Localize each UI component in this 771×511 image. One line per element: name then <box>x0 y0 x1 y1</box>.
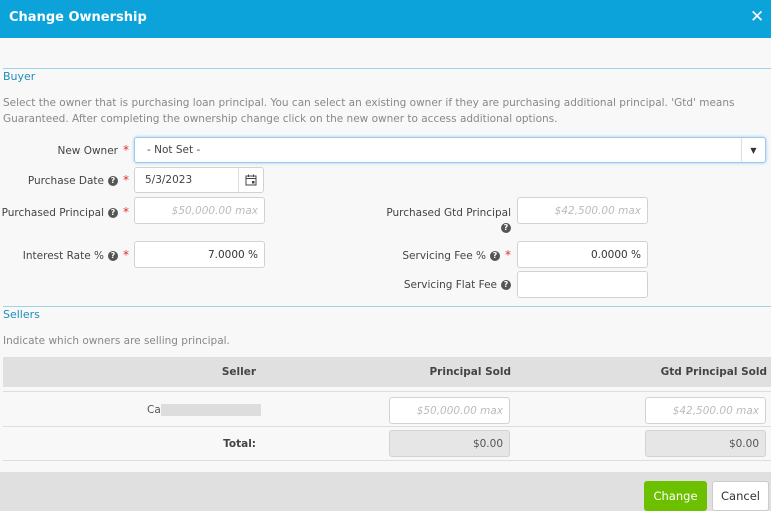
select-value: - Not Set - <box>147 144 201 156</box>
label-text: Purchase Date <box>27 175 104 187</box>
close-icon[interactable]: ✕ <box>750 7 764 27</box>
interest-rate-label: Interest Rate %? * <box>23 248 129 262</box>
purchased-principal-label: Purchased Principal? * <box>2 205 129 219</box>
required-icon: * <box>123 173 129 187</box>
purchased-gtd-label: Purchased Gtd Principal? <box>386 206 511 236</box>
total-principal: $0.00 <box>389 430 510 457</box>
label-text: Interest Rate % <box>22 250 104 262</box>
help-icon[interactable]: ? <box>108 251 118 261</box>
cancel-button[interactable]: Cancel <box>712 481 769 511</box>
servicing-fee-input[interactable]: 0.0000 % <box>517 241 648 268</box>
new-owner-label: New Owner * <box>57 143 129 157</box>
purchased-principal-input[interactable]: $50,000.00 max <box>134 197 265 224</box>
interest-rate-input[interactable]: 7.0000 % <box>134 241 265 268</box>
label-text: Servicing Fee % <box>402 250 486 262</box>
divider <box>3 426 771 427</box>
help-icon[interactable]: ? <box>108 208 118 218</box>
servicing-flat-fee-input[interactable] <box>517 271 648 298</box>
required-icon: * <box>123 143 129 157</box>
principal-sold-input[interactable]: $50,000.00 max <box>389 397 510 424</box>
change-button[interactable]: Change <box>644 481 707 511</box>
column-header-gtd-principal-sold: Gtd Principal Sold <box>660 366 767 378</box>
divider <box>3 306 771 307</box>
help-icon[interactable]: ? <box>490 251 500 261</box>
calendar-icon[interactable] <box>238 168 263 192</box>
total-label: Total: <box>223 438 256 450</box>
new-owner-select[interactable]: - Not Set - ▼ <box>134 137 766 163</box>
purchased-gtd-input[interactable]: $42,500.00 max <box>517 197 648 224</box>
help-icon[interactable]: ? <box>501 280 511 290</box>
divider <box>3 391 771 392</box>
help-icon[interactable]: ? <box>108 176 118 186</box>
divider <box>3 68 771 69</box>
table-header <box>3 357 771 387</box>
sellers-description: Indicate which owners are selling princi… <box>3 335 230 347</box>
buyer-section-title: Buyer <box>3 70 36 83</box>
input-value: 5/3/2023 <box>145 174 193 186</box>
purchase-date-input[interactable]: 5/3/2023 <box>134 167 264 193</box>
column-header-seller: Seller <box>221 366 256 378</box>
label-text: Purchased Principal <box>1 207 104 219</box>
label-text: Servicing Flat Fee <box>403 279 497 291</box>
gtd-principal-sold-input[interactable]: $42,500.00 max <box>645 397 766 424</box>
seller-name: Ca <box>147 404 261 416</box>
total-gtd-principal: $0.00 <box>645 430 766 457</box>
buyer-description: Select the owner that is purchasing loan… <box>3 97 735 125</box>
servicing-flat-fee-label: Servicing Flat Fee? <box>404 279 511 291</box>
required-icon: * <box>505 248 511 262</box>
required-icon: * <box>123 248 129 262</box>
seller-name-text: Ca <box>147 404 161 416</box>
label-text: New Owner <box>57 145 118 157</box>
divider <box>3 460 771 461</box>
sellers-section-title: Sellers <box>3 308 40 321</box>
required-icon: * <box>123 205 129 219</box>
servicing-fee-label: Servicing Fee %? * <box>402 248 511 262</box>
help-icon[interactable]: ? <box>501 223 511 233</box>
dialog-title: Change Ownership <box>9 10 147 25</box>
column-header-principal-sold: Principal Sold <box>429 366 511 378</box>
purchase-date-label: Purchase Date? * <box>28 173 129 187</box>
redacted-block <box>160 404 261 416</box>
label-text: Purchased Gtd Principal <box>386 207 511 219</box>
chevron-down-icon[interactable]: ▼ <box>741 138 765 162</box>
